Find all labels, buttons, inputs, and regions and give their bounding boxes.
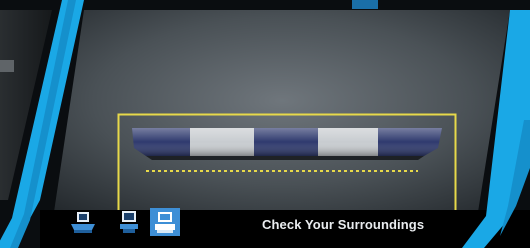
main-camera-view (54, 10, 510, 212)
wide-view-button[interactable] (150, 208, 180, 236)
top-view-button[interactable] (68, 208, 98, 236)
car-wide-view-icon (155, 212, 175, 233)
rear-view-button[interactable] (114, 208, 144, 236)
car-top-view-icon (71, 212, 95, 233)
parking-curb (132, 128, 442, 160)
view-mode-selector (64, 208, 204, 238)
status-message: Check Your Surroundings (262, 217, 425, 232)
car-rear-view-icon (120, 211, 138, 233)
